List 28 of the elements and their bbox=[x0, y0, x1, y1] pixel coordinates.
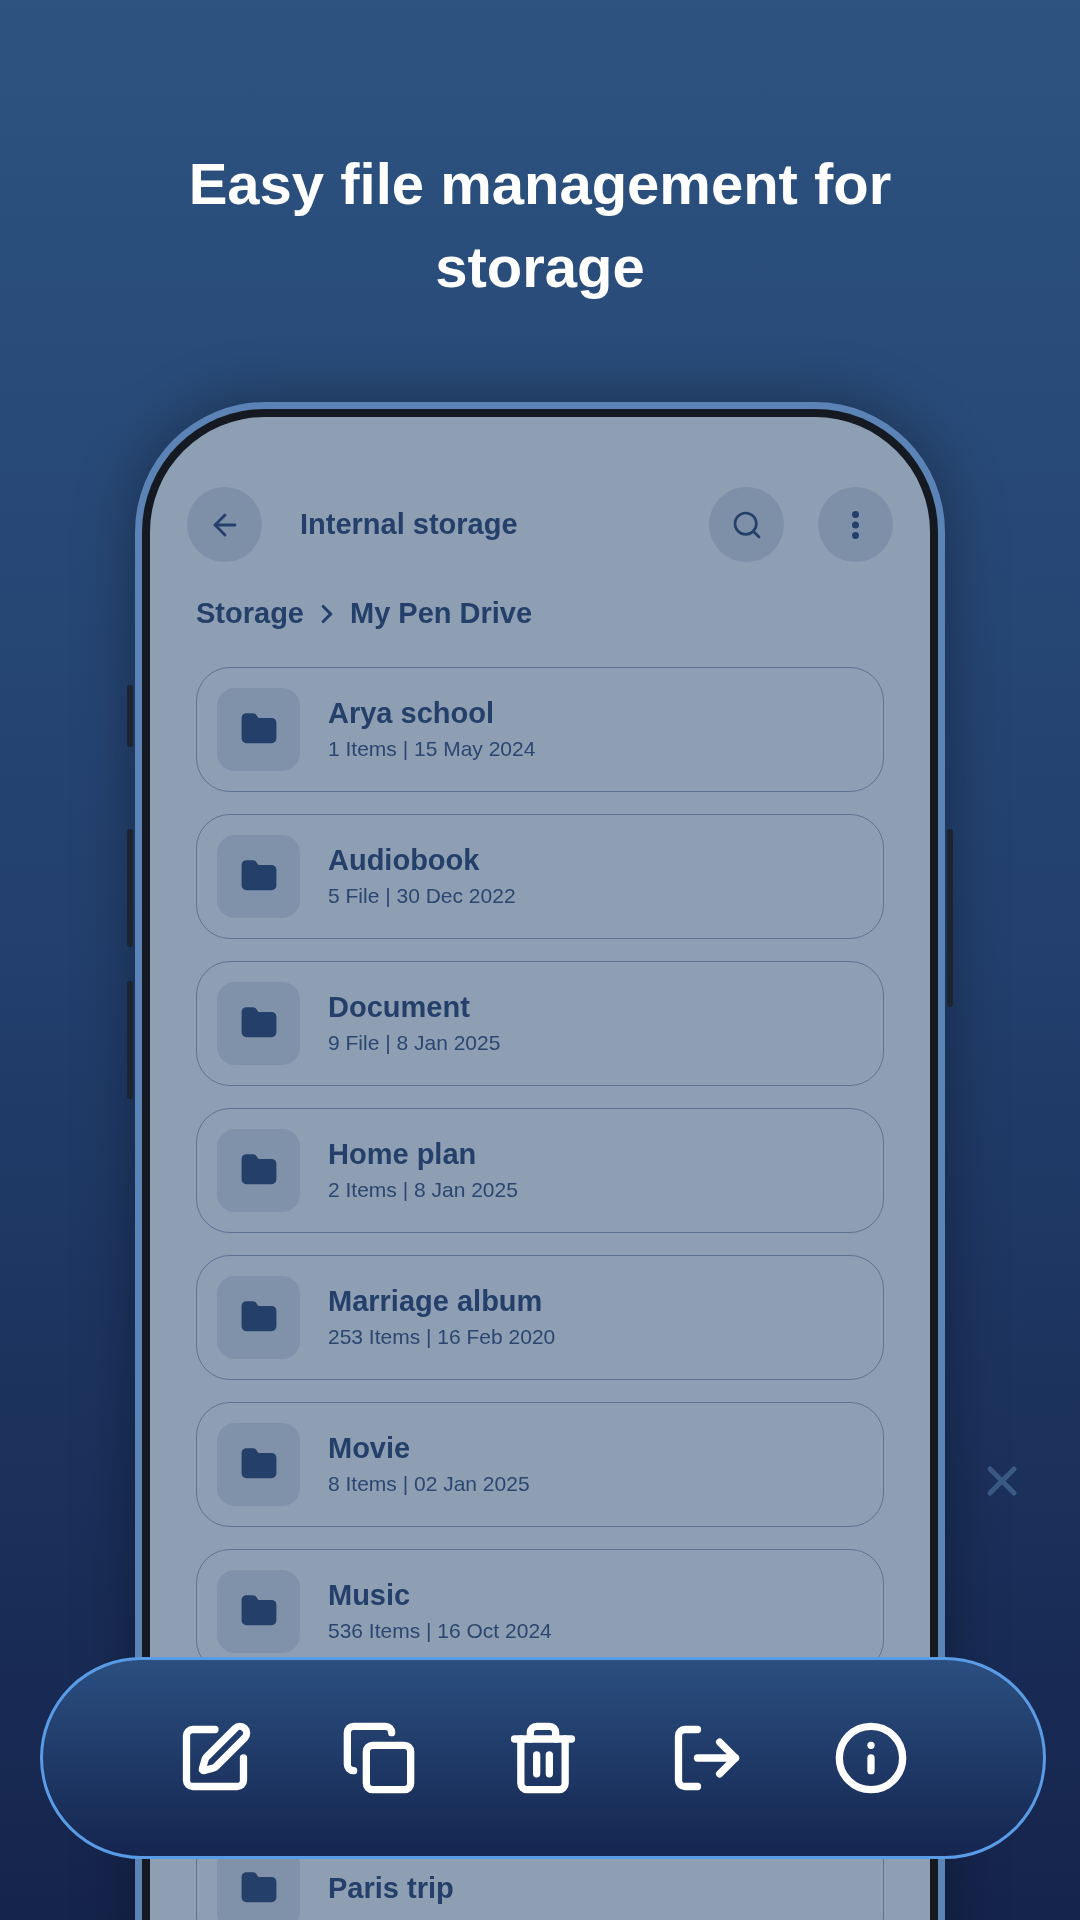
folder-name: Home plan bbox=[328, 1137, 478, 1171]
folder-card[interactable]: Marriage album 253 Items | 16 Feb 2020 bbox=[196, 1254, 884, 1380]
folder-name: Marriage album bbox=[328, 1284, 544, 1318]
folder-details: 536 Items | 16 Oct 2024 bbox=[328, 1618, 552, 1644]
folder-card[interactable]: Arya school 1 Items | 15 May 2024 bbox=[196, 666, 884, 792]
folder-name: Document bbox=[328, 990, 471, 1024]
folder-details: 9 File | 8 Jan 2025 bbox=[328, 1030, 501, 1056]
folder-name: Audiobook bbox=[328, 843, 481, 877]
folder-card[interactable]: Movie 8 Items | 02 Jan 2025 bbox=[196, 1401, 884, 1527]
folder-details: 253 Items | 16 Feb 2020 bbox=[328, 1324, 556, 1350]
folder-card[interactable]: Document 9 File | 8 Jan 2025 bbox=[196, 960, 884, 1086]
folder-card[interactable]: Home plan 2 Items | 8 Jan 2025 bbox=[196, 1107, 884, 1233]
screen-title: Internal storage bbox=[300, 506, 518, 542]
folder-name: Music bbox=[328, 1578, 412, 1612]
breadcrumb-item[interactable]: Storage bbox=[196, 592, 304, 636]
folder-details: 5 File | 30 Dec 2022 bbox=[328, 883, 516, 909]
more-icon bbox=[852, 510, 859, 539]
folder-details: 1 Items | 15 May 2024 bbox=[328, 736, 536, 762]
folder-name: Movie bbox=[328, 1431, 412, 1465]
folder-name: Arya school bbox=[328, 696, 495, 730]
info-icon bbox=[833, 1720, 909, 1796]
folder-details: 8 Items | 02 Jan 2025 bbox=[328, 1471, 530, 1497]
headline: Easy file management for storage bbox=[187, 150, 893, 301]
breadcrumb-item[interactable]: My Pen Drive bbox=[350, 592, 533, 636]
folder-card[interactable]: Audiobook 5 File | 30 Dec 2022 bbox=[196, 813, 884, 939]
folder-name: Paris trip bbox=[328, 1871, 454, 1905]
folder-details: 2 Items | 8 Jan 2025 bbox=[328, 1177, 518, 1203]
copy-icon bbox=[341, 1720, 417, 1796]
